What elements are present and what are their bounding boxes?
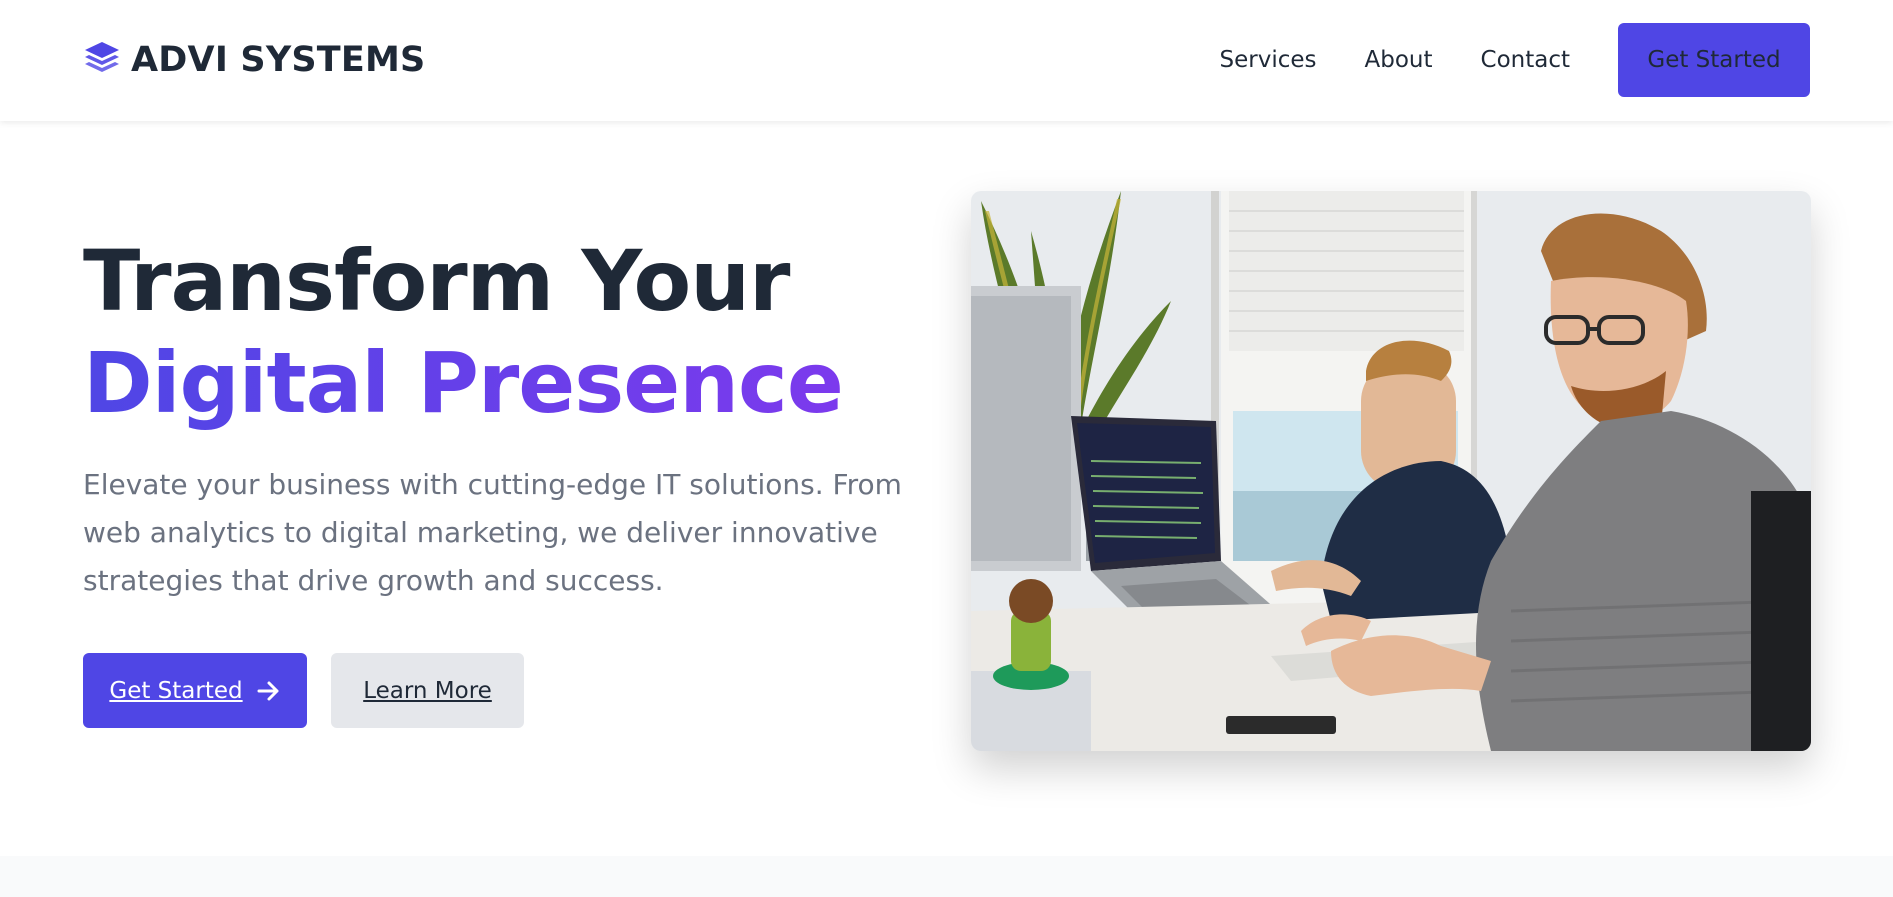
nav-contact-link[interactable]: Contact	[1481, 47, 1570, 73]
hero-office-photo	[971, 191, 1811, 751]
arrow-right-icon	[257, 681, 279, 700]
hero-learn-more-button[interactable]: Learn More	[331, 653, 524, 728]
layers-icon	[85, 42, 119, 72]
brand-logo[interactable]: ADVI SYSTEMS	[83, 40, 425, 80]
nav-about-link[interactable]: About	[1365, 47, 1433, 73]
main-nav: Services About Contact Get Started	[1220, 23, 1810, 97]
next-section-strip	[0, 856, 1893, 897]
hero-title-line1: Transform Your	[83, 232, 790, 330]
header-get-started-button[interactable]: Get Started	[1618, 23, 1810, 97]
hero-get-started-label: Get Started	[109, 677, 243, 704]
brand-name: ADVI SYSTEMS	[131, 40, 426, 80]
hero-section: Transform Your Digital Presence Elevate …	[0, 121, 1893, 856]
hero-get-started-button[interactable]: Get Started	[83, 653, 307, 728]
hero-title-line2: Digital Presence	[83, 334, 844, 432]
hero-subtitle: Elevate your business with cutting-edge …	[83, 468, 902, 597]
site-header: ADVI SYSTEMS Services About Contact Get …	[0, 0, 1893, 121]
office-illustration	[971, 191, 1811, 751]
nav-services-link[interactable]: Services	[1220, 47, 1317, 73]
